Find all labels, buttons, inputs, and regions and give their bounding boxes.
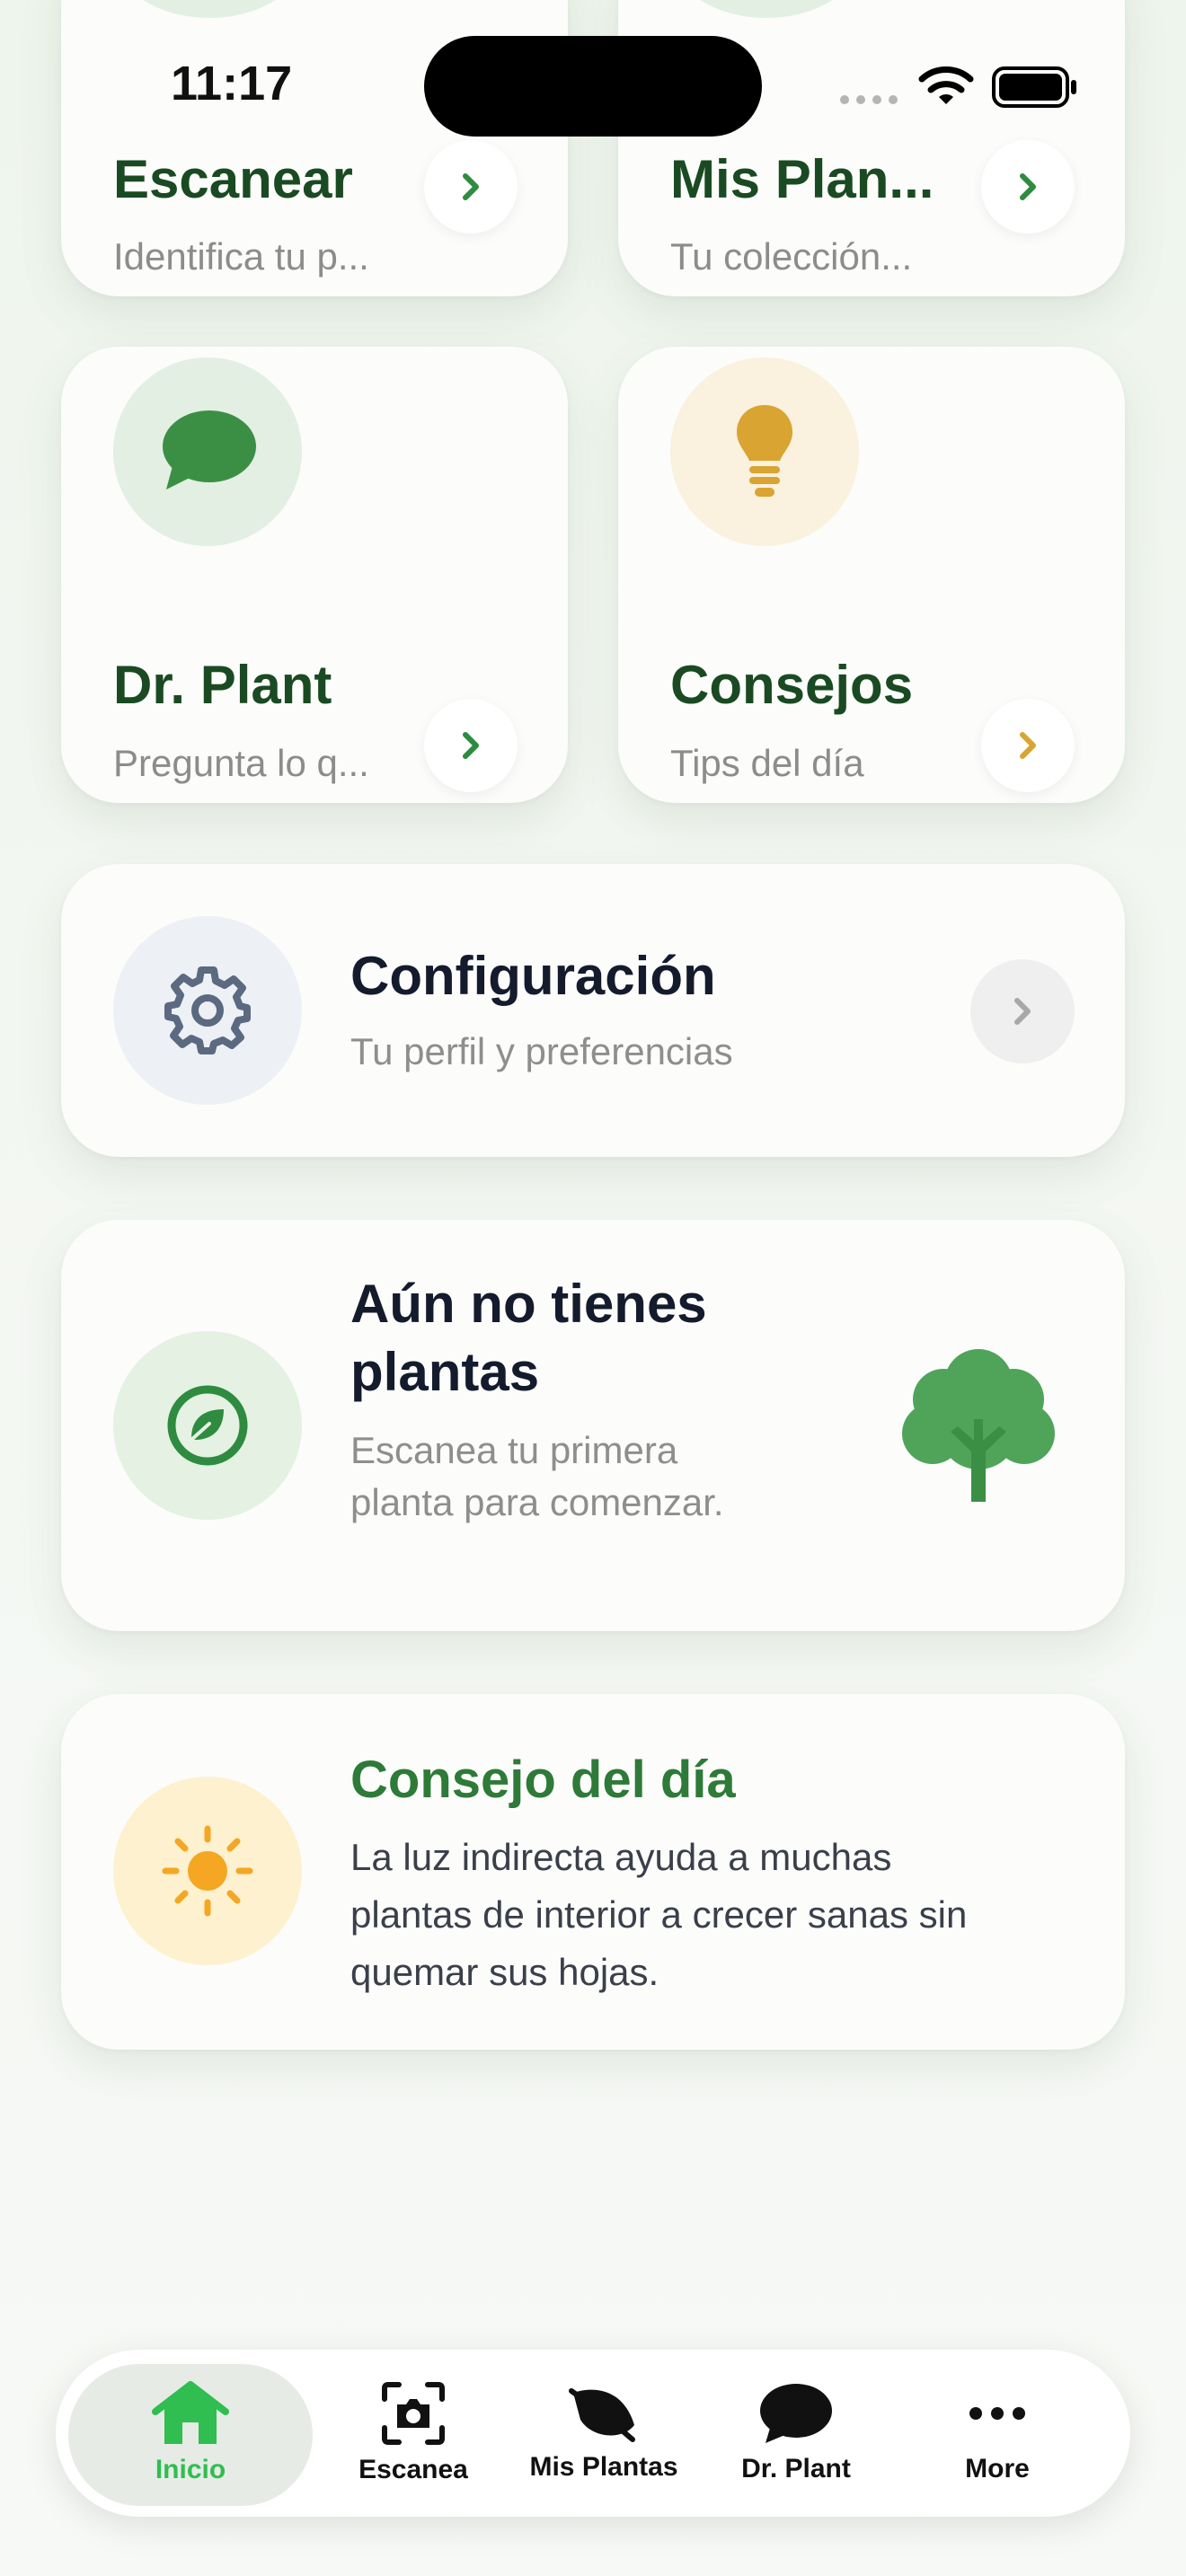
empty-plants-icon-circle [113,1331,302,1520]
chevron-right-icon [1020,173,1036,200]
settings-arrow-button[interactable] [970,959,1075,1063]
chat-bubble-icon [163,410,256,490]
tips-tile[interactable]: Consejos Tips del día [618,347,1125,803]
camera-scan-icon [382,2382,445,2445]
my-plants-tile-icon-circle [672,0,861,18]
tips-tile-icon-circle [670,357,859,546]
sun-icon [162,1825,253,1917]
scan-tile-arrow-button[interactable] [424,140,518,234]
daily-tip-title: Consejo del día [350,1751,736,1809]
tab-escanea-label: Escanea [358,2455,468,2484]
tab-escanea[interactable]: Escanea [325,2350,501,2517]
leaf-icon [569,2388,635,2442]
battery-icon [992,66,1078,108]
wifi-icon [918,65,974,108]
tab-more[interactable]: More [907,2350,1087,2517]
signal-dots-icon [839,93,902,104]
dr-plant-tile[interactable]: Dr. Plant Pregunta lo q... [61,347,568,803]
empty-plants-title: Aún no tienes plantas [350,1274,707,1402]
scan-tile-subtitle: Identifica tu p... [113,235,369,278]
tab-bar: Inicio Escanea Mis Plantas Dr. Plant Mor… [56,2350,1130,2517]
tree-icon [897,1344,1060,1507]
tab-mis-plantas[interactable]: Mis Plantas [514,2350,694,2517]
house-icon [152,2381,229,2444]
gear-icon [164,966,251,1054]
chevron-right-icon [1020,732,1036,759]
my-plants-tile-subtitle: Tu colección... [670,235,913,278]
settings-row[interactable]: Configuración Tu perfil y preferencias [61,864,1125,1157]
lightbulb-icon [737,405,792,497]
my-plants-tile-title: Mis Plan... [670,149,934,209]
chevron-right-icon [463,732,479,759]
chevron-right-icon [463,173,479,200]
settings-icon-circle [113,916,302,1105]
tips-tile-arrow-button[interactable] [981,699,1075,792]
ellipsis-icon [969,2407,1025,2420]
status-time: 11:17 [171,57,293,110]
tab-dr-plant[interactable]: Dr. Plant [706,2350,886,2517]
tips-tile-subtitle: Tips del día [670,742,864,784]
tab-dr-plant-label: Dr. Plant [741,2454,851,2483]
dr-plant-tile-icon-circle [113,357,302,546]
tab-inicio-label: Inicio [155,2455,226,2484]
dynamic-island [424,36,762,137]
dr-plant-tile-subtitle: Pregunta lo q... [113,742,369,784]
tab-mis-plantas-label: Mis Plantas [529,2452,678,2482]
scan-tile-title: Escanear [113,149,353,209]
my-plants-tile-arrow-button[interactable] [981,140,1075,234]
tab-inicio[interactable]: Inicio [68,2350,313,2517]
scan-tile-icon-circle [115,0,304,18]
dr-plant-tile-title: Dr. Plant [113,655,332,715]
settings-subtitle: Tu perfil y preferencias [350,1030,733,1072]
daily-tip-icon-circle [113,1777,302,1965]
chat-bubble-icon [760,2384,832,2443]
leaf-circle-icon [167,1385,248,1466]
chevron-right-icon [1014,998,1031,1025]
dr-plant-tile-arrow-button[interactable] [424,699,518,792]
settings-title: Configuración [350,946,716,1006]
tips-tile-title: Consejos [670,655,914,715]
daily-tip-body: La luz indirecta ayuda a muchas plantas … [350,1836,968,1993]
empty-plants-subtitle: Escanea tu primera planta para comenzar. [350,1429,724,1523]
tab-more-label: More [965,2454,1030,2483]
daily-tip-card: Consejo del día La luz indirecta ayuda a… [61,1694,1125,2050]
empty-plants-card[interactable]: Aún no tienes plantas Escanea tu primera… [61,1220,1125,1631]
